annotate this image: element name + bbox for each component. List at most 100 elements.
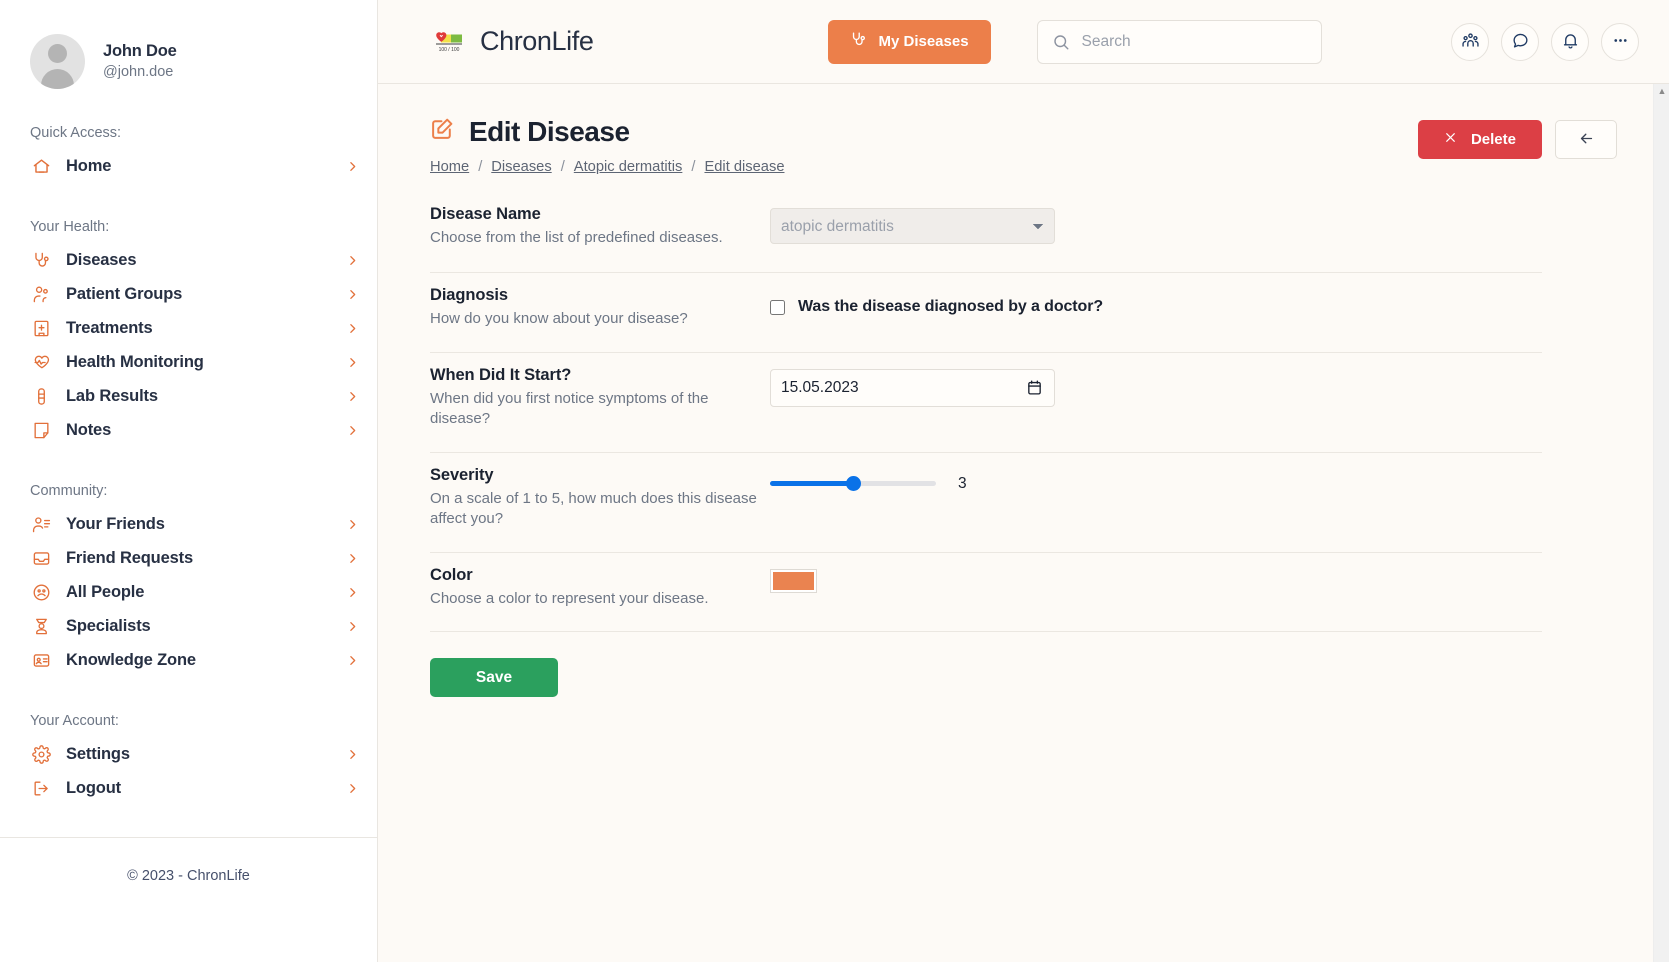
sidebar-item-knowledge-zone[interactable]: Knowledge Zone [0, 643, 377, 677]
sidebar-item-diseases[interactable]: Diseases [0, 243, 377, 277]
users-icon [30, 283, 52, 305]
avatar [30, 34, 85, 89]
topbar: 100 / 100 ChronLife My Diseases [378, 0, 1669, 84]
hospital-icon [30, 317, 52, 339]
sidebar-section-your-account: Your Account: [30, 713, 119, 729]
breadcrumb-item-atopic-dermatitis[interactable]: Atopic dermatitis [574, 159, 683, 175]
diagnosed-by-doctor-checkbox[interactable] [770, 299, 785, 315]
disease-color-picker[interactable] [770, 568, 817, 593]
diagnosed-by-doctor-label[interactable]: Was the disease diagnosed by a doctor? [798, 298, 1103, 316]
note-icon [30, 419, 52, 441]
content-area: Edit Disease Home / Diseases / Atopic de… [378, 84, 1669, 962]
form-label-color: Color Choose a color to represent your d… [430, 566, 770, 610]
vertical-scrollbar[interactable]: ▲ [1653, 84, 1669, 962]
sidebar: John Doe @john.doe Quick Access: Home Yo… [0, 0, 378, 962]
form-label-severity: Severity On a scale of 1 to 5, how much … [430, 466, 770, 530]
topbar-actions [1451, 22, 1639, 61]
breadcrumb-separator: / [691, 159, 696, 175]
search-input[interactable] [1036, 19, 1322, 64]
notifications-button[interactable] [1551, 22, 1589, 61]
chevron-right-icon [346, 254, 359, 267]
sidebar-item-your-friends[interactable]: Your Friends [0, 507, 377, 541]
profile-name: John Doe [103, 42, 177, 61]
inbox-icon [30, 547, 52, 569]
more-button[interactable] [1601, 22, 1639, 61]
sidebar-item-label: Logout [66, 778, 121, 797]
home-icon [30, 155, 52, 177]
sidebar-item-friend-requests[interactable]: Friend Requests [0, 541, 377, 575]
back-button[interactable] [1555, 120, 1617, 159]
sidebar-item-specialists[interactable]: Specialists [0, 609, 377, 643]
form-label-start-date: When Did It Start? When did you first no… [430, 366, 770, 430]
delete-label: Delete [1470, 131, 1516, 148]
severity-slider[interactable] [770, 481, 936, 487]
chevron-right-icon [346, 654, 359, 667]
field-hint: Choose a color to represent your disease… [430, 589, 709, 607]
app-root: John Doe @john.doe Quick Access: Home Yo… [0, 0, 1669, 962]
profile-block[interactable]: John Doe @john.doe [0, 0, 377, 89]
sidebar-item-lab-results[interactable]: Lab Results [0, 379, 377, 413]
chevron-right-icon [346, 356, 359, 369]
chevron-right-icon [346, 424, 359, 437]
form-field-start-date [770, 366, 1542, 407]
chevron-right-icon [346, 748, 359, 761]
breadcrumb-item-home[interactable]: Home [430, 159, 469, 175]
edit-square-icon [430, 116, 455, 148]
form-row-diagnosis: Diagnosis How do you know about your dis… [430, 273, 1542, 353]
sidebar-item-label: Specialists [66, 616, 151, 635]
sidebar-item-label: Treatments [66, 318, 153, 337]
id-card-icon [30, 649, 52, 671]
form-label-disease-name: Disease Name Choose from the list of pre… [430, 205, 770, 249]
stethoscope-icon [850, 31, 867, 52]
sidebar-item-label: Notes [66, 420, 112, 439]
sidebar-item-label: Health Monitoring [66, 352, 204, 371]
ellipsis-icon [1611, 31, 1630, 53]
test-tube-icon [30, 385, 52, 407]
my-diseases-button[interactable]: My Diseases [828, 19, 991, 64]
search-icon [1052, 33, 1070, 51]
heart-pulse-icon [30, 351, 52, 373]
sidebar-item-notes[interactable]: Notes [0, 413, 377, 447]
sidebar-item-all-people[interactable]: All People [0, 575, 377, 609]
gear-icon [30, 743, 52, 765]
disease-name-select[interactable]: atopic dermatitis [770, 208, 1055, 244]
sidebar-section-community: Community: [30, 483, 108, 499]
sidebar-scroll-area: John Doe @john.doe Quick Access: Home Yo… [0, 0, 377, 837]
sidebar-item-settings[interactable]: Settings [0, 737, 377, 771]
page-header: Edit Disease Home / Diseases / Atopic de… [430, 116, 1617, 175]
brand-name: ChronLife [480, 26, 594, 56]
chevron-right-icon [346, 390, 359, 403]
form-field-diagnosis: Was the disease diagnosed by a doctor? [770, 286, 1542, 316]
search-box [1036, 19, 1322, 64]
sidebar-item-label: Knowledge Zone [66, 650, 196, 669]
save-button[interactable]: Save [430, 658, 558, 698]
people-button[interactable] [1451, 22, 1489, 61]
sidebar-item-label: Friend Requests [66, 548, 194, 567]
sidebar-section-quick-access: Quick Access: [30, 125, 122, 141]
stethoscope-icon [30, 249, 52, 271]
svg-text:100 / 100: 100 / 100 [439, 47, 460, 53]
start-date-input[interactable] [770, 368, 1055, 407]
sidebar-item-treatments[interactable]: Treatments [0, 311, 377, 345]
delete-button[interactable]: Delete [1417, 120, 1542, 159]
scroll-up-arrow[interactable]: ▲ [1654, 87, 1669, 96]
sidebar-item-health-monitoring[interactable]: Health Monitoring [0, 345, 377, 379]
form-row-start-date: When Did It Start? When did you first no… [430, 353, 1542, 453]
page-actions: Delete [1417, 116, 1617, 159]
breadcrumb-item-diseases[interactable]: Diseases [491, 159, 551, 175]
chevron-right-icon [346, 620, 359, 633]
brand[interactable]: 100 / 100 ChronLife [430, 26, 594, 57]
sidebar-item-logout[interactable]: Logout [0, 771, 377, 805]
messages-button[interactable] [1501, 22, 1539, 61]
breadcrumb-separator: / [560, 159, 565, 175]
my-diseases-label: My Diseases [878, 33, 969, 50]
sidebar-item-home[interactable]: Home [0, 149, 377, 183]
severity-value: 3 [958, 474, 967, 492]
sidebar-item-label: Diseases [66, 250, 137, 269]
sidebar-item-label: All People [66, 582, 145, 601]
severity-slider-row: 3 [770, 469, 1542, 493]
edit-disease-form: Disease Name Choose from the list of pre… [430, 199, 1542, 698]
breadcrumb-item-edit-disease[interactable]: Edit disease [704, 159, 784, 175]
diagnosis-checkbox-row: Was the disease diagnosed by a doctor? [770, 289, 1542, 316]
sidebar-item-patient-groups[interactable]: Patient Groups [0, 277, 377, 311]
